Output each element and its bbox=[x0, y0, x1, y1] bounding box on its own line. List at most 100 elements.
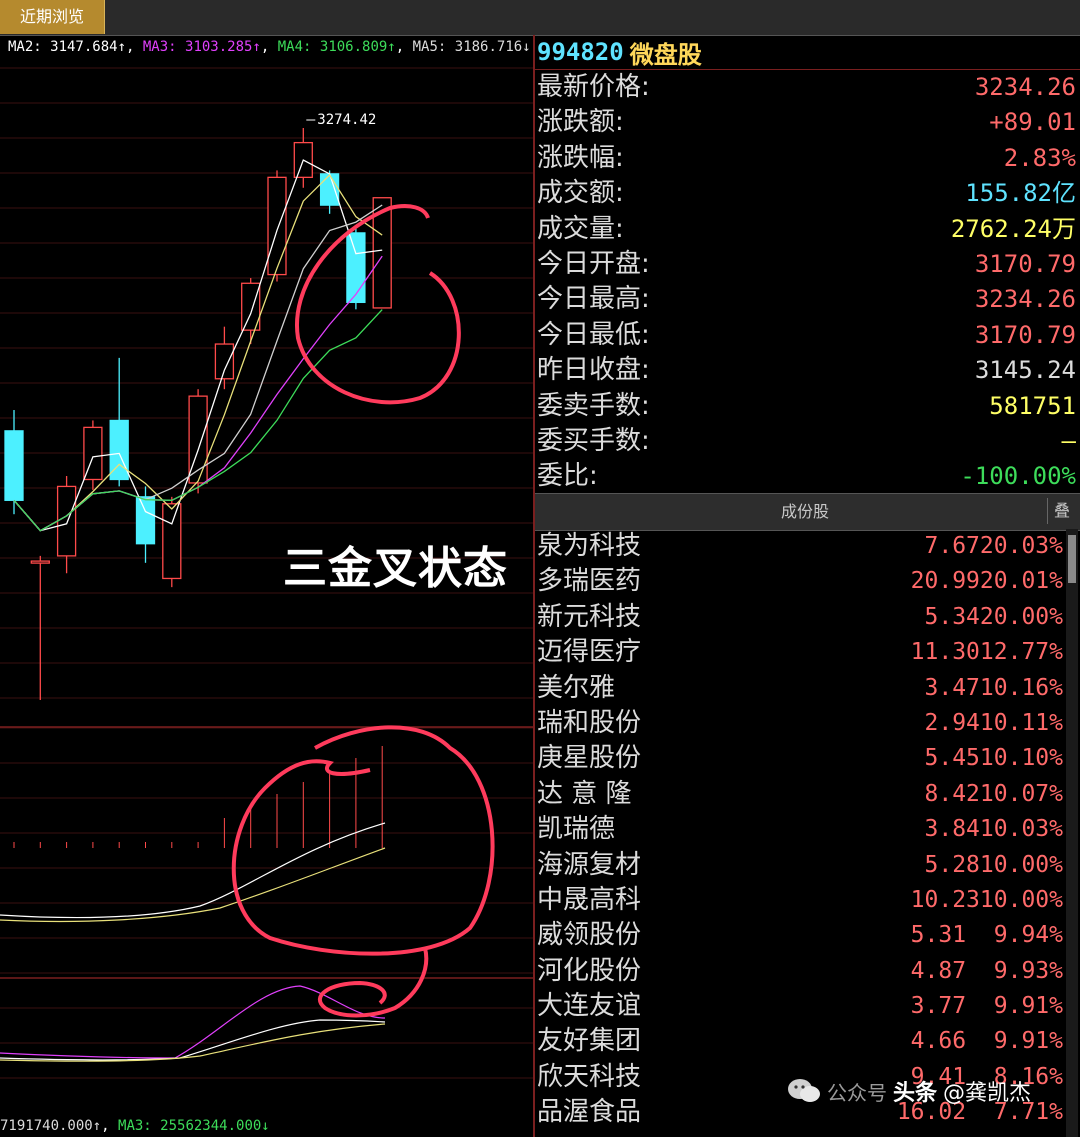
candle-down bbox=[346, 232, 366, 304]
kline-chart: 3274.42 bbox=[0, 67, 533, 1079]
component-name: 美尔雅 bbox=[537, 672, 616, 703]
component-row[interactable]: 大连友谊 3.77 9.91% bbox=[535, 989, 1065, 1024]
candle-down bbox=[319, 173, 340, 206]
candle-down bbox=[135, 496, 156, 545]
component-value: 8.4210.07% bbox=[924, 780, 1063, 807]
component-row[interactable]: 瑞和股份 2.9410.11% bbox=[535, 706, 1065, 741]
component-value: 3.77 9.91% bbox=[910, 993, 1063, 1020]
components-list: 泉为科技 7.6720.03% 多瑞医药 20.9920.01% 新元科技 5.3420.… bbox=[535, 529, 1065, 1131]
ma2-value: MA2: 3147.684↑ bbox=[8, 39, 127, 55]
component-value: 3.8410.03% bbox=[924, 816, 1063, 843]
watermark-author: @龚凯杰 bbox=[943, 1081, 1032, 1106]
component-row[interactable]: 凯瑞德 3.8410.03% bbox=[535, 812, 1065, 847]
component-value: 2.9410.11% bbox=[924, 709, 1063, 736]
component-row[interactable]: 新元科技 5.3420.00% bbox=[535, 600, 1065, 635]
quote-row: 涨跌幅: 2.83% bbox=[535, 141, 1080, 176]
candle-up bbox=[30, 560, 50, 564]
quote-row: 最新价格: 3234.26 bbox=[535, 70, 1080, 105]
ma5-value: MA5: 3186.716↓ bbox=[412, 39, 531, 55]
component-row[interactable]: 海源复材 5.2810.00% bbox=[535, 848, 1065, 883]
quote-value: +89.01 bbox=[989, 108, 1076, 137]
quote-value: 2.83% bbox=[1003, 143, 1076, 172]
components-scrollbar[interactable] bbox=[1066, 529, 1078, 1137]
component-value: 5.4510.10% bbox=[924, 745, 1063, 772]
quote-label: 委卖手数: bbox=[537, 390, 650, 421]
component-value: 11.3012.77% bbox=[910, 639, 1063, 666]
component-value: 20.9920.01% bbox=[910, 568, 1063, 595]
component-name: 迈得医疗 bbox=[537, 637, 642, 668]
component-value: 10.2310.00% bbox=[910, 886, 1063, 913]
components-title[interactable]: 成份股 bbox=[535, 494, 1075, 530]
candle-down bbox=[4, 430, 24, 501]
quote-label: 成交额: bbox=[537, 178, 624, 209]
quote-value: 3234.26 bbox=[974, 73, 1076, 101]
candle-up bbox=[214, 343, 235, 380]
ma-indicator-line: MA2: 3147.684↑, MA3: 3103.285↑, MA4: 310… bbox=[8, 39, 533, 55]
quote-label: 今日最高: bbox=[537, 284, 650, 315]
volume-value: 7191740.000↑ bbox=[0, 1118, 102, 1134]
quote-label: 今日开盘: bbox=[537, 248, 650, 279]
ma4-value: MA4: 3106.809↑ bbox=[277, 39, 396, 55]
indicator-line bbox=[0, 1019, 386, 1061]
quote-row: 今日开盘: 3170.79 bbox=[535, 247, 1080, 282]
volume-ma-line bbox=[0, 847, 386, 923]
quote-row: 委比: -100.00% bbox=[535, 459, 1080, 494]
component-row[interactable]: 达 意 隆 8.4210.07% bbox=[535, 777, 1065, 812]
quote-value: 3145.24 bbox=[974, 356, 1076, 385]
quote-row: 成交量: 2762.24万 bbox=[535, 212, 1080, 247]
component-value: 4.87 9.93% bbox=[910, 957, 1063, 984]
component-row[interactable]: 多瑞医药 20.9920.01% bbox=[535, 564, 1065, 599]
components-header: 成份股 叠 bbox=[535, 493, 1080, 531]
kline-chart-area[interactable]: 3274.42 bbox=[0, 58, 533, 1137]
component-row[interactable]: 河化股份 4.87 9.93% bbox=[535, 954, 1065, 989]
candle-up bbox=[162, 503, 182, 580]
quote-value: 155.82亿 bbox=[965, 179, 1076, 208]
component-name: 威领股份 bbox=[537, 920, 642, 951]
ma3-value: MA3: 3103.285↑ bbox=[142, 39, 261, 55]
tab-bar: 近期浏览 bbox=[0, 0, 1080, 36]
component-row[interactable]: 中晟高科 10.2310.00% bbox=[535, 883, 1065, 918]
component-name: 大连友谊 bbox=[537, 991, 642, 1022]
watermark: 公众号 头条 @龚凯杰 bbox=[787, 1075, 1031, 1107]
component-row[interactable]: 迈得医疗 11.3012.77% bbox=[535, 635, 1065, 670]
quote-value: 3234.26 bbox=[974, 285, 1076, 314]
quote-label: 最新价格: bbox=[537, 72, 650, 102]
component-name: 达 意 隆 bbox=[537, 778, 632, 809]
quote-panel: 994820 微盘股 最新价格: 3234.26 涨跌额: +89.01 涨跌幅: 2.8… bbox=[535, 35, 1080, 495]
overlay-button[interactable]: 叠 bbox=[1047, 498, 1076, 524]
component-name: 多瑞医药 bbox=[537, 566, 642, 597]
quote-label: 涨跌额: bbox=[537, 107, 624, 138]
hand-drawn-circle bbox=[231, 725, 495, 956]
component-value: 7.6720.03% bbox=[924, 533, 1063, 559]
component-name: 瑞和股份 bbox=[537, 707, 642, 738]
quote-row: 委买手数: — bbox=[535, 424, 1080, 459]
quote-label: 委比: bbox=[537, 461, 598, 492]
quote-label: 委买手数: bbox=[537, 425, 650, 456]
component-value: 5.3420.00% bbox=[924, 603, 1063, 630]
quote-value: 3170.79 bbox=[974, 320, 1076, 349]
component-row[interactable]: 庚星股份 5.4510.10% bbox=[535, 741, 1065, 776]
component-name: 新元科技 bbox=[537, 601, 642, 632]
component-value: 5.2810.00% bbox=[924, 851, 1063, 878]
component-value: 4.66 9.91% bbox=[910, 1028, 1063, 1055]
quote-row: 成交额: 155.82亿 bbox=[535, 176, 1080, 211]
component-row[interactable]: 美尔雅 3.4710.16% bbox=[535, 671, 1065, 706]
quote-header: 994820 微盘股 bbox=[535, 35, 1080, 70]
quote-label: 今日最低: bbox=[537, 319, 650, 350]
quote-label: 昨日收盘: bbox=[537, 355, 650, 386]
quote-row: 今日最高: 3234.26 bbox=[535, 282, 1080, 317]
tab-recent-browse[interactable]: 近期浏览 bbox=[0, 0, 105, 34]
component-row[interactable]: 友好集团 4.66 9.91% bbox=[535, 1024, 1065, 1059]
candle-up bbox=[56, 485, 77, 557]
component-row[interactable]: 泉为科技 7.6720.03% bbox=[535, 529, 1065, 564]
component-name: 泉为科技 bbox=[537, 531, 642, 561]
quote-row: 涨跌额: +89.01 bbox=[535, 105, 1080, 140]
component-name: 凯瑞德 bbox=[537, 814, 616, 845]
component-row[interactable]: 威领股份 5.31 9.94% bbox=[535, 918, 1065, 953]
quote-value: 581751 bbox=[989, 391, 1076, 420]
volume-ma3: MA3: 25562344.000↓ bbox=[118, 1118, 270, 1134]
scrollbar-thumb[interactable] bbox=[1068, 535, 1076, 583]
component-value: 5.31 9.94% bbox=[910, 922, 1063, 949]
wechat-icon bbox=[788, 1079, 820, 1102]
volume-ma-line: 7191740.000↑, MA3: 25562344.000↓ bbox=[0, 1118, 270, 1134]
